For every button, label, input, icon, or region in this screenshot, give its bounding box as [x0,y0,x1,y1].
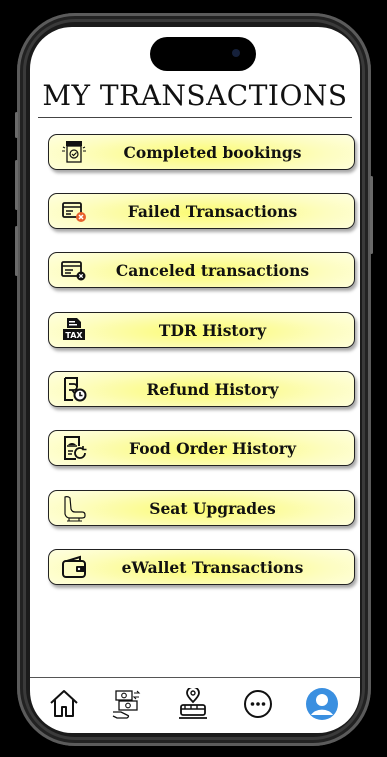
refund-icon [59,374,89,404]
side-button [370,176,373,254]
menu-item-label: TDR History [158,320,267,340]
refund-history-button[interactable]: Refund History [48,371,355,407]
tdr-history-button[interactable]: TAX TDR History [48,312,355,348]
svg-text:TAX: TAX [65,331,83,340]
dynamic-island [150,37,256,71]
app-screen: MY TRANSACTIONS Completed bookings Faile… [30,27,360,733]
more-icon [242,688,274,724]
food-order-icon [59,433,89,463]
side-button [15,160,18,210]
side-button [15,112,18,138]
shop-icon [59,137,89,167]
menu-item-label: Canceled transactions [115,260,310,280]
nav-train-status[interactable] [173,686,213,726]
page-title: MY TRANSACTIONS [42,79,348,112]
menu-item-label: Food Order History [129,438,296,458]
nav-more[interactable] [238,686,278,726]
menu-item-label: Seat Upgrades [149,498,276,518]
home-icon [48,688,80,724]
food-order-history-button[interactable]: Food Order History [48,430,355,466]
nav-home[interactable] [44,686,84,726]
nav-payments[interactable] [107,686,147,726]
ewallet-transactions-button[interactable]: eWallet Transactions [48,549,355,585]
nav-profile[interactable] [302,686,342,726]
card-error-icon [59,196,89,226]
completed-bookings-button[interactable]: Completed bookings [48,134,355,170]
side-button [15,226,18,276]
tax-icon: TAX [59,315,89,345]
card-cancel-icon [59,255,89,285]
seat-upgrades-button[interactable]: Seat Upgrades [48,490,355,526]
profile-icon [305,687,339,725]
title-divider [38,117,352,118]
seat-icon [59,493,89,523]
menu-item-label: Failed Transactions [127,201,298,221]
wallet-icon [59,552,89,582]
menu-item-label: eWallet Transactions [121,557,304,577]
bottom-navigation [30,677,360,733]
camera [232,49,240,57]
payment-icon [110,688,144,724]
canceled-transactions-button[interactable]: Canceled transactions [48,252,355,288]
menu-item-label: Completed bookings [123,142,302,162]
menu-item-label: Refund History [146,379,279,399]
failed-transactions-button[interactable]: Failed Transactions [48,193,355,229]
train-location-icon [177,686,209,724]
